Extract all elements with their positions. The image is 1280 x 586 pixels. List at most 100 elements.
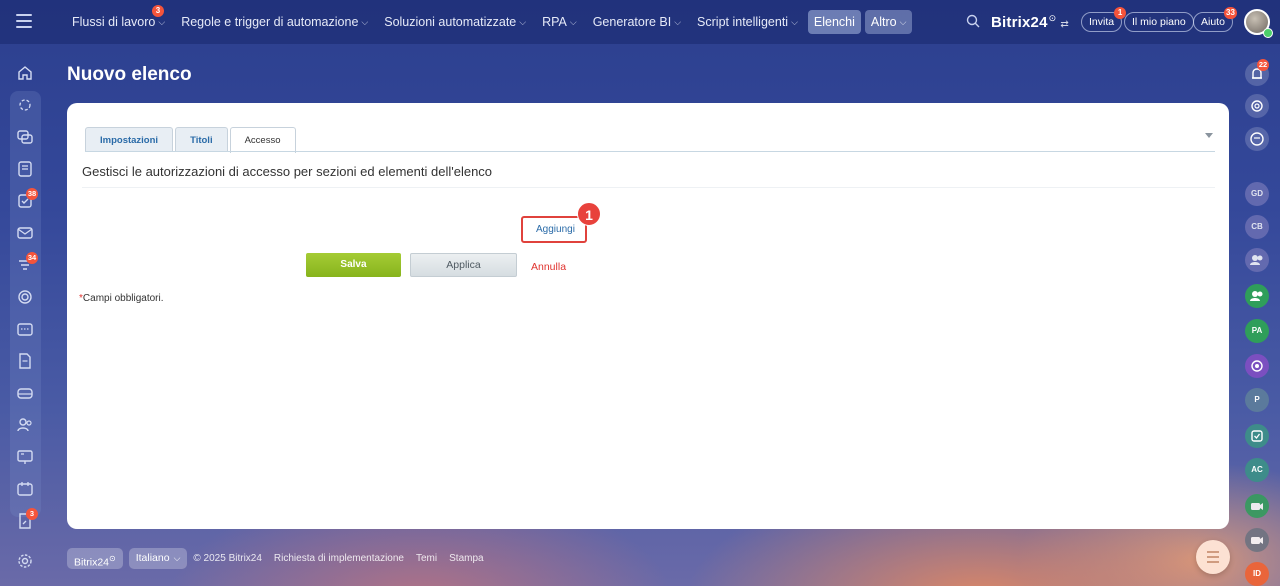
list-icon — [1207, 551, 1219, 563]
brand-name: Bitrix — [991, 14, 1031, 31]
language-selector[interactable]: Italiano ⌵ — [128, 547, 188, 569]
help-button[interactable]: Aiuto 33 — [1193, 7, 1237, 32]
collapse-arrow-icon[interactable] — [1205, 133, 1213, 138]
task-chat-icon[interactable] — [1245, 424, 1269, 448]
recent-chat-avatar[interactable]: PA — [1245, 319, 1269, 343]
group-chat-icon[interactable] — [1245, 248, 1269, 272]
feed-icon[interactable] — [16, 160, 36, 180]
clock-icon: ⊙ — [109, 553, 116, 563]
nav-item-more[interactable]: Altro ⌵ — [864, 10, 913, 34]
online-status-icon — [1263, 28, 1273, 38]
nav-item-label: Generatore BI — [592, 15, 672, 29]
apply-button[interactable]: Applica — [410, 253, 517, 277]
avatar-initials: ID — [1253, 569, 1261, 578]
nav-item-automated-solutions[interactable]: Soluzioni automatizzate ⌵ — [378, 10, 532, 34]
footer-link-implementation[interactable]: Richiesta di implementazione — [274, 553, 404, 564]
nav-item-label: Soluzioni automatizzate — [384, 15, 517, 29]
nav-item-lists[interactable]: Elenchi — [807, 10, 861, 34]
required-note-text: Campi obbligatori. — [82, 293, 164, 304]
copilot-icon[interactable] — [1245, 94, 1269, 118]
recent-chat-avatar[interactable]: ID — [1245, 562, 1269, 586]
avatar-initials: PA — [1251, 326, 1263, 335]
tasks-badge: 38 — [26, 188, 38, 200]
group-chat-icon[interactable] — [1245, 284, 1269, 308]
recent-chat-avatar[interactable]: CB — [1245, 215, 1269, 239]
bi-board-icon[interactable] — [16, 448, 36, 468]
recent-chat-avatar[interactable]: GD — [1245, 182, 1269, 206]
target-icon[interactable] — [16, 288, 36, 308]
main-panel: Impostazioni Titoli Accesso Gestisci le … — [67, 103, 1229, 529]
tab-access[interactable]: Accesso — [229, 127, 296, 153]
footer: Bitrix24⊙ Italiano ⌵ © 2025 Bitrix24 Rich… — [67, 547, 496, 569]
video-call-icon[interactable] — [1245, 494, 1269, 518]
chevron-down-icon: ⌵ — [791, 16, 798, 27]
nav-item-automation-rules[interactable]: Regole e trigger di automazione ⌵ — [175, 10, 374, 34]
footer-link-print[interactable]: Stampa — [449, 553, 483, 564]
nav-item-label: Elenchi — [813, 15, 855, 29]
brand-number: 24 — [1030, 14, 1048, 31]
right-sidebar: 22 GD CB PA P AC ID — [1240, 44, 1280, 586]
tab-divider — [85, 151, 1215, 152]
chevron-down-icon: ⌵ — [519, 16, 527, 27]
footer-link-themes[interactable]: Temi — [416, 553, 437, 564]
document-icon[interactable] — [16, 352, 36, 372]
tab-titles[interactable]: Titoli — [175, 127, 228, 152]
help-label: Aiuto — [1201, 16, 1225, 28]
quick-menu-button[interactable] — [1196, 540, 1230, 574]
brand-logo[interactable]: Bitrix24⊙⇄ — [991, 13, 1069, 31]
nav-item-bi-builder[interactable]: Generatore BI ⌵ — [587, 10, 687, 34]
avatar-initials: GD — [1251, 189, 1263, 198]
video-call-icon[interactable] — [1245, 528, 1269, 552]
nav-item-label: Script intelligenti — [697, 15, 789, 29]
chevron-down-icon: ⌵ — [158, 16, 166, 27]
avatar-initials: AC — [1251, 465, 1263, 474]
my-plan-label: Il mio piano — [1132, 16, 1186, 28]
ai-sparkle-icon[interactable] — [16, 96, 36, 116]
copilot-chat-icon[interactable] — [1245, 354, 1269, 378]
my-plan-button[interactable]: Il mio piano — [1124, 12, 1194, 32]
swap-icon: ⇄ — [1060, 19, 1069, 30]
messenger-icon[interactable] — [1245, 127, 1269, 151]
menu-icon[interactable] — [16, 14, 32, 28]
chevron-down-icon: ⌵ — [569, 16, 577, 27]
tab-settings[interactable]: Impostazioni — [85, 127, 174, 152]
save-button[interactable]: Salva — [306, 253, 401, 277]
chat-icon[interactable] — [16, 128, 36, 148]
drive-icon[interactable] — [16, 384, 36, 404]
nav-item-smart-scripts[interactable]: Script intelligenti ⌵ — [691, 10, 804, 34]
page-title: Nuovo elenco — [67, 64, 192, 85]
invite-button[interactable]: Invita 1 — [1081, 7, 1127, 32]
nav-item-label: Altro — [870, 15, 897, 29]
avatar-initials: P — [1254, 395, 1260, 404]
section-description: Gestisci le autorizzazioni di accesso pe… — [82, 164, 493, 179]
left-sidebar: 38 34 3 — [0, 44, 52, 586]
cancel-link[interactable]: Annulla — [531, 261, 566, 273]
help-badge: 33 — [1224, 7, 1237, 19]
nav-item-label: RPA — [542, 15, 567, 29]
section-divider — [82, 187, 1215, 188]
employees-icon[interactable] — [16, 416, 36, 436]
nav-item-label: Flussi di lavoro — [72, 15, 156, 29]
footer-brand-button[interactable]: Bitrix24⊙ — [67, 547, 123, 569]
settings-gear-icon[interactable] — [16, 552, 36, 572]
nav-item-label: Regole e trigger di automazione — [181, 15, 359, 29]
schedule-icon[interactable] — [16, 480, 36, 500]
search-icon[interactable] — [966, 14, 980, 28]
recent-chat-avatar[interactable]: P — [1245, 388, 1269, 412]
invite-label: Invita — [1089, 16, 1115, 28]
language-label: Italiano — [135, 551, 170, 564]
sign-badge: 3 — [26, 508, 38, 520]
clock-icon: ⊙ — [1048, 13, 1057, 23]
home-icon[interactable] — [16, 64, 36, 84]
calendar-icon[interactable] — [16, 320, 36, 340]
notification-badge: 3 — [152, 5, 164, 17]
footer-copyright: © 2025 Bitrix24 — [193, 552, 262, 564]
nav-item-workflows[interactable]: Flussi di lavoro ⌵ 3 — [66, 5, 171, 34]
crm-badge: 34 — [26, 252, 38, 264]
nav-item-rpa[interactable]: RPA ⌵ — [536, 10, 583, 34]
mail-icon[interactable] — [16, 224, 36, 244]
notifications-badge: 22 — [1257, 59, 1269, 71]
footer-brand-label: Bitrix24 — [74, 556, 110, 568]
add-permission-link[interactable]: Aggiungi — [536, 224, 575, 235]
recent-chat-avatar[interactable]: AC — [1245, 458, 1269, 482]
